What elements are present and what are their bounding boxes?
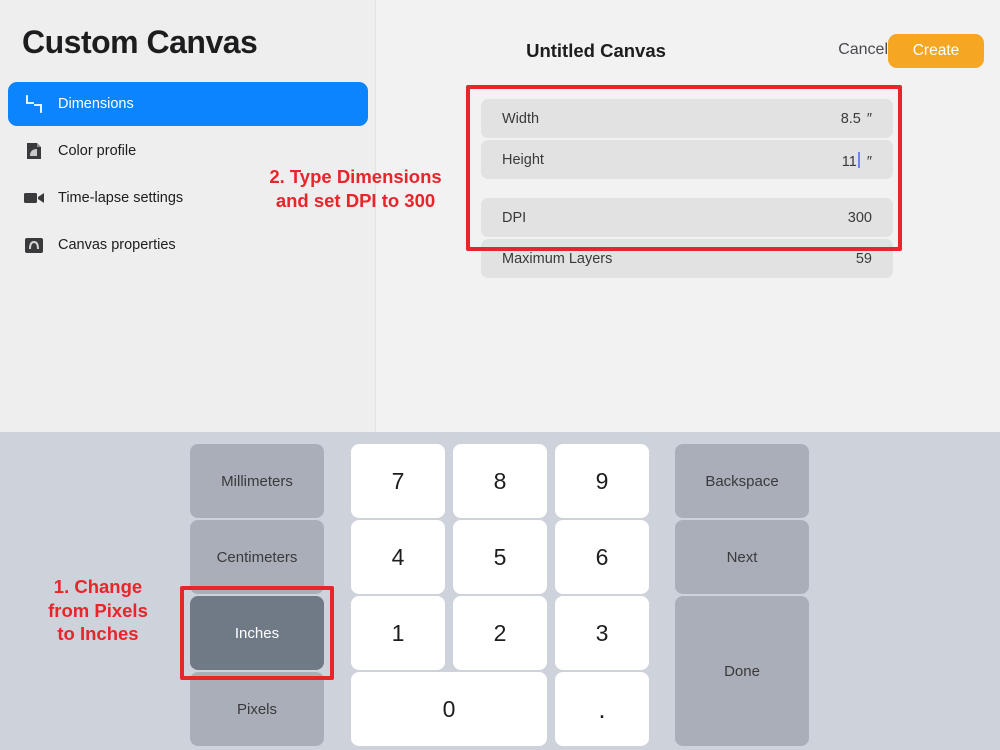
unit-key-centimeters[interactable]: Centimeters (190, 520, 324, 594)
dimensions-highlight-box (466, 85, 902, 251)
maximum-layers-value-group: 59 (856, 251, 872, 267)
key-7[interactable]: 7 (351, 444, 445, 518)
key-6[interactable]: 6 (555, 520, 649, 594)
sidebar-item-canvas-properties[interactable]: Canvas properties (8, 223, 368, 267)
sidebar-item-label: Color profile (58, 143, 137, 159)
color-profile-icon (24, 141, 44, 161)
video-camera-icon (24, 188, 44, 208)
sidebar-item-label: Dimensions (58, 96, 134, 112)
inches-highlight-box (180, 586, 334, 680)
unit-key-pixels[interactable]: Pixels (190, 672, 324, 746)
custom-canvas-dialog: Custom Canvas Dimensions Color profile T… (0, 0, 1000, 750)
key-0[interactable]: 0 (351, 672, 547, 746)
cancel-button[interactable]: Cancel (838, 41, 888, 59)
canvas-properties-icon (24, 235, 44, 255)
key-5[interactable]: 5 (453, 520, 547, 594)
crop-resize-icon (24, 94, 44, 114)
maximum-layers-value: 59 (855, 250, 872, 267)
key-1[interactable]: 1 (351, 596, 445, 670)
sidebar-item-label: Time-lapse settings (58, 190, 184, 206)
annotation-step-2: 2. Type Dimensions and set DPI to 300 (269, 166, 442, 211)
key-4[interactable]: 4 (351, 520, 445, 594)
key-backspace[interactable]: Backspace (675, 444, 809, 518)
key-done[interactable]: Done (675, 596, 809, 746)
create-button[interactable]: Create (888, 34, 984, 68)
key-8[interactable]: 8 (453, 444, 547, 518)
top-area: Custom Canvas Dimensions Color profile T… (0, 0, 1000, 432)
numeric-keypad: Millimeters Centimeters Inches Pixels 7 … (0, 432, 1000, 750)
annotation-step-1: 1. Change from Pixels to Inches (48, 576, 148, 645)
unit-key-millimeters[interactable]: Millimeters (190, 444, 324, 518)
key-next[interactable]: Next (675, 520, 809, 594)
key-decimal-point[interactable]: . (555, 672, 649, 746)
key-3[interactable]: 3 (555, 596, 649, 670)
sidebar-item-dimensions[interactable]: Dimensions (8, 82, 368, 126)
maximum-layers-label: Maximum Layers (502, 250, 613, 267)
key-9[interactable]: 9 (555, 444, 649, 518)
page-title: Custom Canvas (22, 24, 258, 60)
sidebar-item-label: Canvas properties (58, 237, 176, 253)
key-2[interactable]: 2 (453, 596, 547, 670)
sidebar: Custom Canvas Dimensions Color profile T… (0, 0, 376, 432)
